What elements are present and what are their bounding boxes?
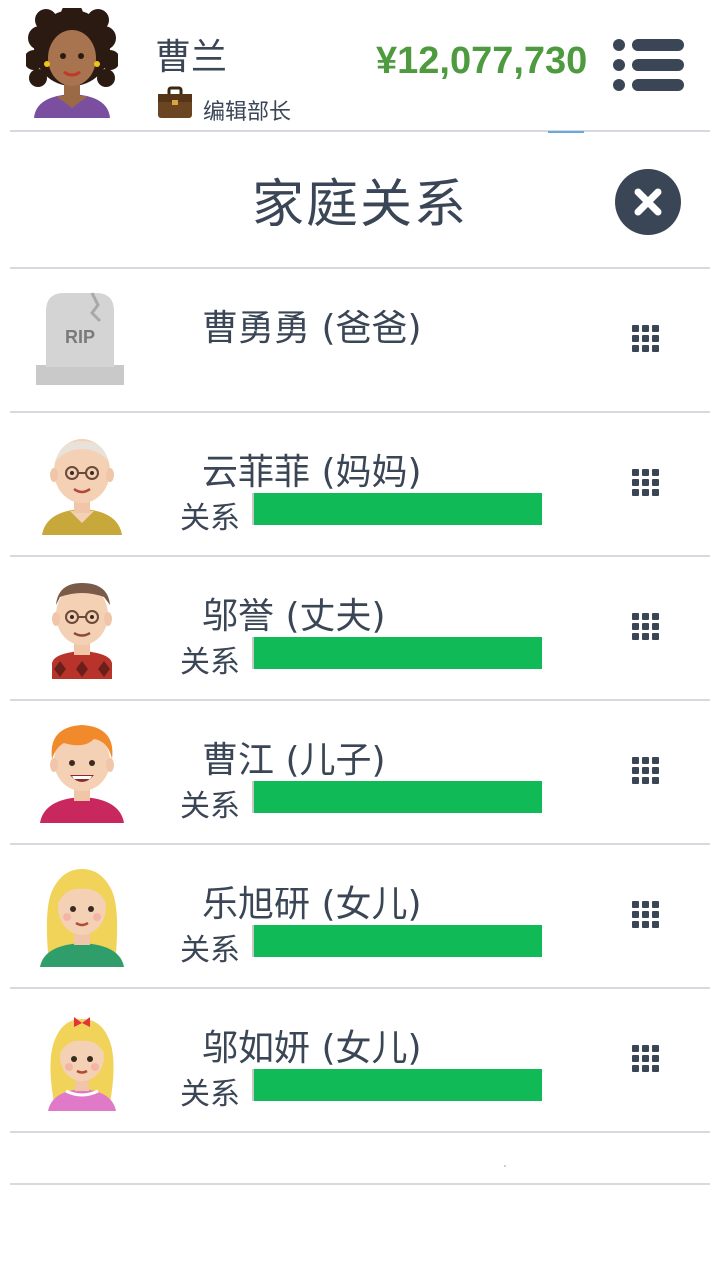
- relationship-label: 关系: [180, 933, 240, 968]
- grid-menu-icon: [632, 757, 659, 784]
- member-options-button[interactable]: [630, 467, 666, 503]
- briefcase-icon: [157, 86, 193, 120]
- girl-blonde-hair-avatar-icon: [40, 869, 124, 967]
- header-divider: [10, 130, 710, 132]
- elderly-woman-avatar-icon: [42, 439, 122, 535]
- family-member-row[interactable]: 云菲菲 (妈妈) 关系: [10, 413, 710, 557]
- family-list: RIP 曹勇勇 (爸爸) 云菲菲 (妈妈) 关系 邬誉 (丈夫) 关系 曹江 (…: [10, 269, 710, 1185]
- top-header: 曹兰 编辑部长 ¥12,077,730: [0, 0, 720, 130]
- relationship-label: 关系: [180, 501, 240, 536]
- hamburger-menu-icon: [613, 39, 684, 91]
- member-name: 邬誉 (丈夫): [202, 596, 386, 637]
- elderly-man-avatar-icon: [52, 583, 112, 679]
- relationship-bar-fill: [254, 493, 542, 525]
- scroll-indicator: [548, 131, 584, 133]
- member-options-button[interactable]: [630, 755, 666, 791]
- close-button[interactable]: [614, 168, 682, 236]
- player-avatar[interactable]: [24, 3, 120, 118]
- member-options-button[interactable]: [630, 611, 666, 647]
- relationship-bar: [252, 925, 542, 957]
- relationship-bar-fill: [254, 637, 542, 669]
- member-options-button[interactable]: [630, 899, 666, 935]
- member-portrait: RIP: [34, 287, 134, 393]
- member-name: 曹勇勇 (爸爸): [202, 308, 422, 349]
- hamburger-menu-button[interactable]: [612, 38, 684, 92]
- family-member-row[interactable]: 邬如妍 (女儿) 关系: [10, 989, 710, 1133]
- family-member-row[interactable]: 曹江 (儿子) 关系: [10, 701, 710, 845]
- relationship-bar: [252, 1069, 542, 1101]
- rip-text: RIP: [65, 327, 95, 347]
- relationship-label: 关系: [180, 645, 240, 680]
- member-options-button[interactable]: [630, 1043, 666, 1079]
- member-portrait: [34, 719, 134, 825]
- family-member-row[interactable]: RIP 曹勇勇 (爸爸): [10, 269, 710, 413]
- boy-orange-hair-avatar-icon: [40, 725, 124, 823]
- panel-title: 家庭关系: [251, 175, 468, 235]
- relationship-bar: [252, 637, 542, 669]
- relationship-bar-fill: [254, 1069, 542, 1101]
- little-girl-pigtails-avatar-icon: [48, 1017, 116, 1111]
- relationship-bar-fill: [254, 925, 542, 957]
- member-portrait: [34, 575, 134, 681]
- money-balance: ¥12,077,730: [376, 40, 588, 82]
- player-name: 曹兰: [155, 37, 228, 78]
- tombstone-rip-icon: RIP: [36, 292, 124, 385]
- member-name: 云菲菲 (妈妈): [202, 452, 422, 493]
- relationship-label: 关系: [180, 1077, 240, 1112]
- job-title: 编辑部长: [203, 100, 292, 125]
- member-name: 邬如妍 (女儿): [202, 1028, 422, 1069]
- family-member-row[interactable]: 邬誉 (丈夫) 关系: [10, 557, 710, 701]
- member-portrait: [34, 1007, 134, 1113]
- grid-menu-icon: [632, 613, 659, 640]
- relationship-bar: [252, 781, 542, 813]
- member-name: 乐旭研 (女儿): [202, 884, 422, 925]
- member-portrait: [34, 431, 134, 537]
- grid-menu-icon: [632, 901, 659, 928]
- grid-menu-icon: [632, 1045, 659, 1072]
- relationship-label: 关系: [180, 789, 240, 824]
- relationship-bar-fill: [254, 781, 542, 813]
- grid-menu-icon: [632, 325, 659, 352]
- close-icon: [615, 169, 681, 235]
- member-options-button[interactable]: [630, 323, 666, 359]
- member-portrait: [34, 863, 134, 969]
- grid-menu-icon: [632, 469, 659, 496]
- list-footer: [10, 1133, 710, 1185]
- woman-curly-hair-avatar-icon: [24, 3, 120, 118]
- relationship-bar: [252, 493, 542, 525]
- footer-dot: [504, 1165, 506, 1167]
- member-name: 曹江 (儿子): [202, 740, 386, 781]
- family-member-row[interactable]: 乐旭研 (女儿) 关系: [10, 845, 710, 989]
